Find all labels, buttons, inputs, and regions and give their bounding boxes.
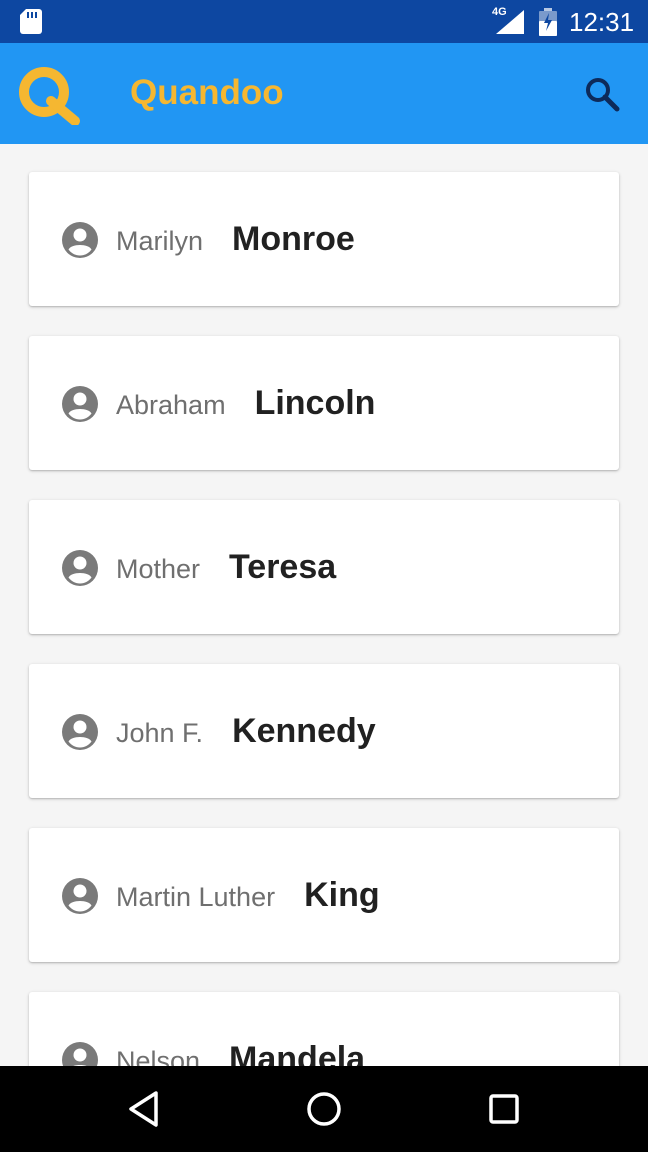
list-item[interactable]: Mother Teresa [29, 500, 619, 634]
first-name: Mother [116, 554, 201, 584]
person-name: Mother Teresa [116, 548, 336, 592]
app-title: Quandoo [130, 73, 284, 112]
sd-card-icon [20, 9, 42, 39]
battery-icon [538, 8, 558, 41]
person-name: Nelson Mandela [116, 1040, 365, 1066]
status-bar: 4G 12:31 [0, 0, 648, 43]
first-name: Marilyn [116, 226, 204, 256]
list-item[interactable]: Martin Luther King [29, 828, 619, 962]
home-icon[interactable] [302, 1087, 346, 1136]
last-name: Mandela [229, 1040, 366, 1066]
last-name: Kennedy [232, 712, 376, 750]
person-icon [61, 549, 99, 592]
first-name: John F. [116, 718, 204, 748]
person-name: Martin Luther King [116, 876, 380, 920]
back-icon[interactable] [122, 1087, 166, 1136]
list-item[interactable]: Abraham Lincoln [29, 336, 619, 470]
person-icon [61, 877, 99, 920]
last-name: Teresa [229, 548, 337, 586]
person-icon [61, 1041, 99, 1066]
last-name: Lincoln [254, 384, 376, 422]
person-name: Abraham Lincoln [116, 384, 375, 428]
person-name: John F. Kennedy [116, 712, 376, 756]
clock: 12:31 [569, 7, 635, 37]
first-name: Nelson [116, 1046, 201, 1066]
first-name: Martin Luther [116, 882, 276, 912]
list-item[interactable]: Nelson Mandela [29, 992, 619, 1066]
app-bar: Quandoo [0, 43, 648, 144]
last-name: King [304, 876, 380, 914]
person-icon [61, 385, 99, 428]
recents-icon[interactable] [482, 1087, 526, 1136]
last-name: Monroe [232, 220, 355, 258]
list-item[interactable]: Marilyn Monroe [29, 172, 619, 306]
signal-icon [496, 10, 524, 39]
person-icon [61, 221, 99, 264]
list-item[interactable]: John F. Kennedy [29, 664, 619, 798]
first-name: Abraham [116, 390, 226, 420]
quandoo-logo-icon [15, 63, 81, 130]
people-list[interactable]: Marilyn Monroe Abraham Lincoln Mother Te… [0, 144, 648, 1066]
search-icon[interactable] [584, 76, 620, 117]
person-icon [61, 713, 99, 756]
navigation-bar [0, 1066, 648, 1152]
person-name: Marilyn Monroe [116, 220, 355, 264]
